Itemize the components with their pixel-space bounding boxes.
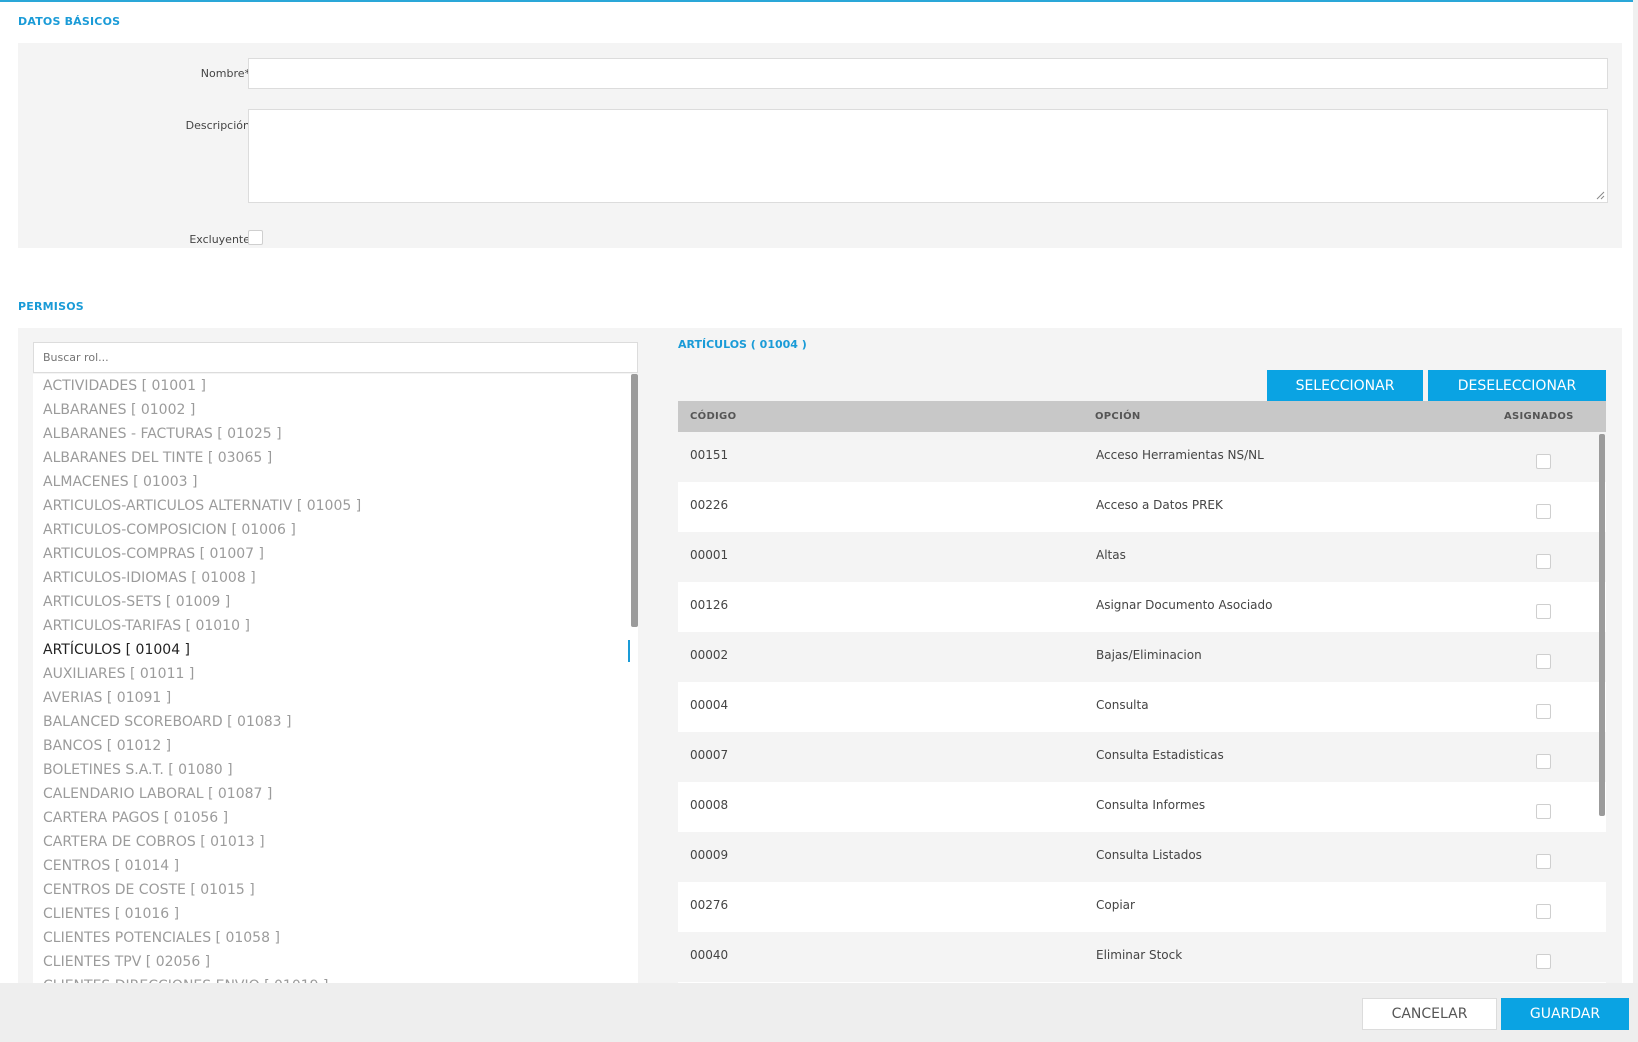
options-table-scrollbar[interactable] [1599,434,1605,816]
role-item[interactable]: AVERIAS [ 01091 ] [33,686,638,710]
role-item[interactable]: CLIENTES POTENCIALES [ 01058 ] [33,926,638,950]
role-item[interactable]: ARTICULOS-COMPRAS [ 01007 ] [33,542,638,566]
active-role-indicator [628,640,630,662]
cell-opcion: Copiar [1096,898,1135,912]
table-row: 00226 Acceso a Datos PREK [678,482,1606,532]
cell-codigo: 00002 [690,648,729,662]
search-role-input[interactable] [33,342,638,373]
role-item[interactable]: ACTIVIDADES [ 01001 ] [33,374,638,398]
nombre-label: Nombre* [200,67,250,80]
role-item[interactable]: AUXILIARES [ 01011 ] [33,662,638,686]
cell-opcion: Eliminar Stock [1096,948,1183,962]
role-item[interactable]: CLIENTES DIRECCIONES ENVIO [ 01019 ] [33,974,638,983]
assigned-checkbox[interactable] [1536,554,1551,569]
cell-opcion: Altas [1096,548,1126,562]
column-header-opcion[interactable]: OPCIÓN [1095,411,1141,422]
role-item[interactable]: ARTICULOS-ARTICULOS ALTERNATIV [ 01005 ] [33,494,638,518]
role-item[interactable]: ALMACENES [ 01003 ] [33,470,638,494]
role-list: ACTIVIDADES [ 01001 ] ALBARANES [ 01002 ]… [33,374,638,983]
table-row: 00002 Bajas/Eliminacion [678,632,1606,682]
column-header-codigo[interactable]: CÓDIGO [690,411,736,422]
assigned-checkbox[interactable] [1536,504,1551,519]
assigned-checkbox[interactable] [1536,704,1551,719]
table-row: 00040 Eliminar Stock [678,932,1606,982]
cell-opcion: Consulta Estadisticas [1096,748,1224,762]
cell-codigo: 00009 [690,848,729,862]
role-item[interactable]: CARTERA DE COBROS [ 01013 ] [33,830,638,854]
table-row: 00009 Consulta Listados [678,832,1606,882]
cancel-button[interactable]: CANCELAR [1362,998,1497,1030]
role-item[interactable]: ALBARANES [ 01002 ] [33,398,638,422]
role-item[interactable]: ARTICULOS-TARIFAS [ 01010 ] [33,614,638,638]
cell-codigo: 00008 [690,798,729,812]
section-title-permisos: PERMISOS [18,300,84,313]
assigned-checkbox[interactable] [1536,804,1551,819]
role-item[interactable]: ARTICULOS-COMPOSICION [ 01006 ] [33,518,638,542]
section-title-datos-basicos: DATOS BÁSICOS [18,15,121,28]
cell-opcion: Acceso a Datos PREK [1096,498,1223,512]
cell-codigo: 00226 [690,498,729,512]
cell-opcion: Bajas/Eliminacion [1096,648,1202,662]
assigned-checkbox[interactable] [1536,904,1551,919]
cell-opcion: Consulta Listados [1096,848,1202,862]
save-button[interactable]: GUARDAR [1501,998,1629,1030]
selected-role-title: ARTÍCULOS ( 01004 ) [678,338,807,351]
assigned-checkbox[interactable] [1536,454,1551,469]
assigned-checkbox[interactable] [1536,654,1551,669]
table-row: 00001 Altas [678,532,1606,582]
cell-codigo: 00001 [690,548,729,562]
role-item[interactable]: BOLETINES S.A.T. [ 01080 ] [33,758,638,782]
select-all-button[interactable]: SELECCIONAR [1267,370,1423,402]
footer-bar: CANCELAR GUARDAR [0,983,1638,1042]
nombre-input[interactable] [248,58,1608,89]
options-table-body: 00151 Acceso Herramientas NS/NL 00226 Acces… [678,432,1606,983]
role-item[interactable]: CENTROS DE COSTE [ 01015 ] [33,878,638,902]
table-row: 00126 Asignar Documento Asociado [678,582,1606,632]
cell-codigo: 00276 [690,898,729,912]
column-header-asignados[interactable]: ASIGNADOS [1504,411,1574,422]
role-item[interactable]: ALBARANES DEL TINTE [ 03065 ] [33,446,638,470]
role-list-scrollbar[interactable] [631,374,638,627]
excluyente-label: Excluyente [189,233,250,246]
assigned-checkbox[interactable] [1536,854,1551,869]
role-item[interactable]: BALANCED SCOREBOARD [ 01083 ] [33,710,638,734]
excluyente-checkbox[interactable] [248,230,263,245]
cell-codigo: 00004 [690,698,729,712]
descripcion-textarea[interactable] [248,109,1608,203]
table-row: 00004 Consulta [678,682,1606,732]
role-item[interactable]: CLIENTES [ 01016 ] [33,902,638,926]
cell-codigo: 00040 [690,948,729,962]
role-item[interactable]: ARTICULOS-IDIOMAS [ 01008 ] [33,566,638,590]
role-item[interactable]: CLIENTES TPV [ 02056 ] [33,950,638,974]
table-row: 00008 Consulta Informes [678,782,1606,832]
role-item[interactable]: ALBARANES - FACTURAS [ 01025 ] [33,422,638,446]
cell-opcion: Consulta [1096,698,1149,712]
resize-handle-icon[interactable] [1595,190,1605,200]
table-row: 00007 Consulta Estadisticas [678,732,1606,782]
options-table-header: CÓDIGO OPCIÓN ASIGNADOS [678,401,1606,432]
cell-opcion: Asignar Documento Asociado [1096,598,1273,612]
cell-opcion: Acceso Herramientas NS/NL [1096,448,1264,462]
role-item[interactable]: BANCOS [ 01012 ] [33,734,638,758]
role-item[interactable]: ARTICULOS-SETS [ 01009 ] [33,590,638,614]
page-right-edge [1633,0,1638,983]
cell-codigo: 00007 [690,748,729,762]
role-item[interactable]: CARTERA PAGOS [ 01056 ] [33,806,638,830]
role-item[interactable]: ARTÍCULOS [ 01004 ] [33,638,638,662]
basic-data-panel: Nombre* Descripción Excluyente [18,43,1622,248]
cell-codigo: 00126 [690,598,729,612]
assigned-checkbox[interactable] [1536,954,1551,969]
descripcion-label: Descripción [185,119,250,132]
deselect-all-button[interactable]: DESELECCIONAR [1428,370,1606,402]
role-item[interactable]: CENTROS [ 01014 ] [33,854,638,878]
permissions-panel: ACTIVIDADES [ 01001 ]ALBARANES [ 01002 ]… [18,328,1622,983]
assigned-checkbox[interactable] [1536,604,1551,619]
table-row: 00276 Copiar [678,882,1606,932]
role-item[interactable]: CALENDARIO LABORAL [ 01087 ] [33,782,638,806]
table-row: 00151 Acceso Herramientas NS/NL [678,432,1606,482]
cell-opcion: Consulta Informes [1096,798,1206,812]
assigned-checkbox[interactable] [1536,754,1551,769]
top-accent-line [0,0,1638,2]
cell-codigo: 00151 [690,448,729,462]
